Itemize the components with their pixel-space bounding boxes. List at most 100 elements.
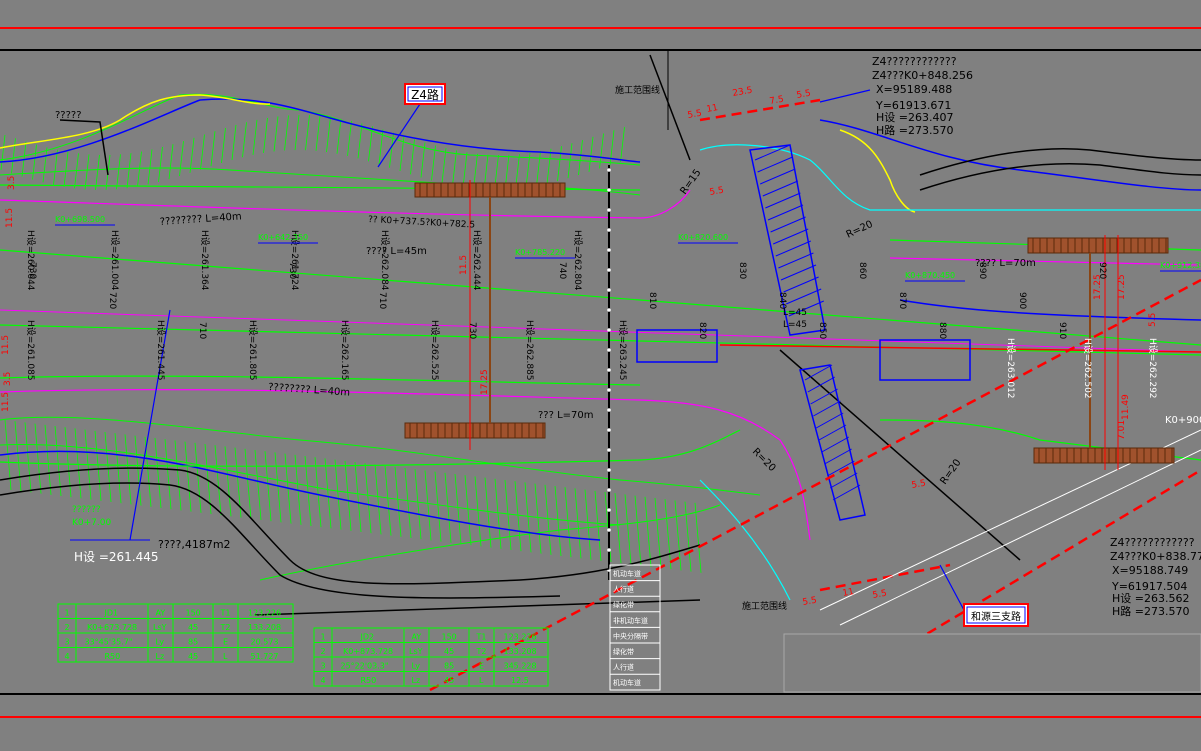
hatch-tick [684, 501, 692, 572]
info-top-h1: H设 =263.407 [876, 111, 953, 124]
table-cell: L [223, 652, 228, 661]
dimension-bottom: 5.5 [872, 589, 888, 601]
hatch-ticks-top [0, 114, 625, 191]
axis-dot [607, 328, 611, 332]
hatch-tick [174, 440, 182, 511]
table-cell: JD1 [104, 609, 119, 618]
hatch-tick [126, 153, 132, 189]
lane-label-1: L=45 [783, 308, 807, 318]
green-tag: K0+912.300 [1160, 261, 1201, 270]
hatch-tick [224, 446, 232, 517]
hatch-tick [284, 115, 289, 151]
elevations-right: H设=263.012 H设=262.502 H设=262.292 [1005, 338, 1158, 399]
hatch-tick [32, 144, 37, 180]
hatch-tick [194, 442, 202, 513]
axis-red [719, 344, 1201, 353]
table-cell: 2 [321, 647, 326, 656]
hatch-tick [452, 150, 457, 186]
hatch-tick [11, 138, 16, 174]
road-edges [0, 144, 1201, 601]
axis-dot [607, 228, 611, 232]
table-cell: 1 [321, 633, 326, 642]
hatch-tick [254, 449, 262, 521]
hatch-tick [315, 115, 321, 151]
table-cell: 4 [321, 676, 326, 685]
crosswalk-stripe [780, 264, 817, 281]
legend-item: 机动车道 [613, 569, 641, 578]
route-label: Z4路 [411, 87, 439, 102]
table-cell: 45 [444, 676, 454, 685]
hatch-tick [274, 452, 282, 523]
table-cell: 2 [65, 623, 70, 632]
crosswalk-stripe [775, 240, 811, 257]
hatch-tick [336, 118, 342, 154]
hatch-tick [557, 146, 562, 182]
hatch-tick [664, 499, 672, 570]
table-cell: 133.208 [504, 647, 537, 656]
hatch-tick [514, 481, 522, 552]
cad-drawing-canvas[interactable]: 1 JD1 AY 150 T1 123.2262 K0+673.728 LsY 45 T2 133.… [0, 0, 1201, 751]
axis-dot [607, 188, 611, 192]
table-cell: 1 [65, 609, 70, 618]
table-cell: K0+873.728 [343, 647, 393, 656]
axis-dot [607, 488, 611, 492]
crosswalk-stripe [762, 180, 798, 197]
hatch-tick [534, 483, 542, 554]
hatch-tick [314, 457, 322, 528]
hatch-tick [624, 494, 632, 565]
hatch-tick [214, 445, 222, 516]
axis-dot [607, 468, 611, 472]
hatch-tick [168, 144, 174, 180]
hatch-tick [24, 422, 32, 493]
dimension-top: 11 [706, 103, 719, 115]
construction-note-1: 施工范围线 [615, 84, 660, 96]
table-cell: LsY [409, 647, 423, 656]
hatch-tick [54, 425, 62, 497]
dimension-bottom: 11 [842, 587, 855, 599]
route-label-box[interactable]: Z4路 [404, 83, 446, 105]
table-cell: 4 [65, 652, 70, 661]
hatch-tick [374, 464, 382, 535]
info-bot-chainage: Z4???K0+838.777 [1110, 550, 1201, 563]
grade-label: 880 [937, 322, 947, 339]
hatch-tick [42, 147, 48, 183]
hatch-tick [609, 130, 615, 166]
hatch-tick [124, 434, 132, 505]
table-cell: 85 [188, 638, 198, 647]
hatch-tick [584, 489, 592, 560]
green-tag: K0+820.600 [678, 233, 728, 242]
axis-dot [607, 268, 611, 272]
crosswalk-stripe [786, 288, 822, 305]
table-cell: JD2 [360, 633, 375, 642]
green-tag: K0+870.450 [905, 271, 955, 280]
hatch-tick [694, 502, 702, 573]
axis-dot [607, 168, 611, 172]
hatch-tick [588, 136, 594, 172]
hatch-tick [273, 116, 279, 152]
pipe1-note: ???? L=45m [366, 246, 427, 257]
hatch-tick [504, 479, 512, 551]
branch-label-box[interactable]: 和源三支路 [963, 603, 1029, 627]
hatch-tick [546, 148, 552, 184]
legend-item: 人行道 [613, 585, 634, 594]
table-cell: AY [412, 633, 422, 642]
legend-item: 非机动车道 [613, 616, 648, 625]
hatch-tick [179, 141, 184, 177]
hatch-tick [384, 465, 392, 536]
info-bot-h2: H路 =273.570 [1112, 605, 1189, 618]
elevation-right: H设=262.292 [1147, 338, 1158, 399]
dimension-left: 11.5 [1, 335, 11, 355]
gutter-bottom-note: ???????? L=40m [268, 382, 351, 399]
info-top-x: X=95189.488 [876, 83, 952, 96]
grade-label: 820 [697, 322, 707, 339]
table-cell: 45 [444, 647, 454, 656]
table-cell: 25°22'03.3" [341, 662, 389, 671]
hatch-tick [444, 472, 452, 543]
axis-dot [607, 248, 611, 252]
hatch-tick [441, 148, 447, 184]
elevation-top: H设=261.004 [109, 230, 120, 291]
construction-note-2: 施工范围线 [742, 600, 787, 612]
radius-label-4: R=20 [938, 457, 963, 486]
hatch-tick [137, 151, 142, 187]
table-cell: 123.226 [504, 633, 537, 642]
